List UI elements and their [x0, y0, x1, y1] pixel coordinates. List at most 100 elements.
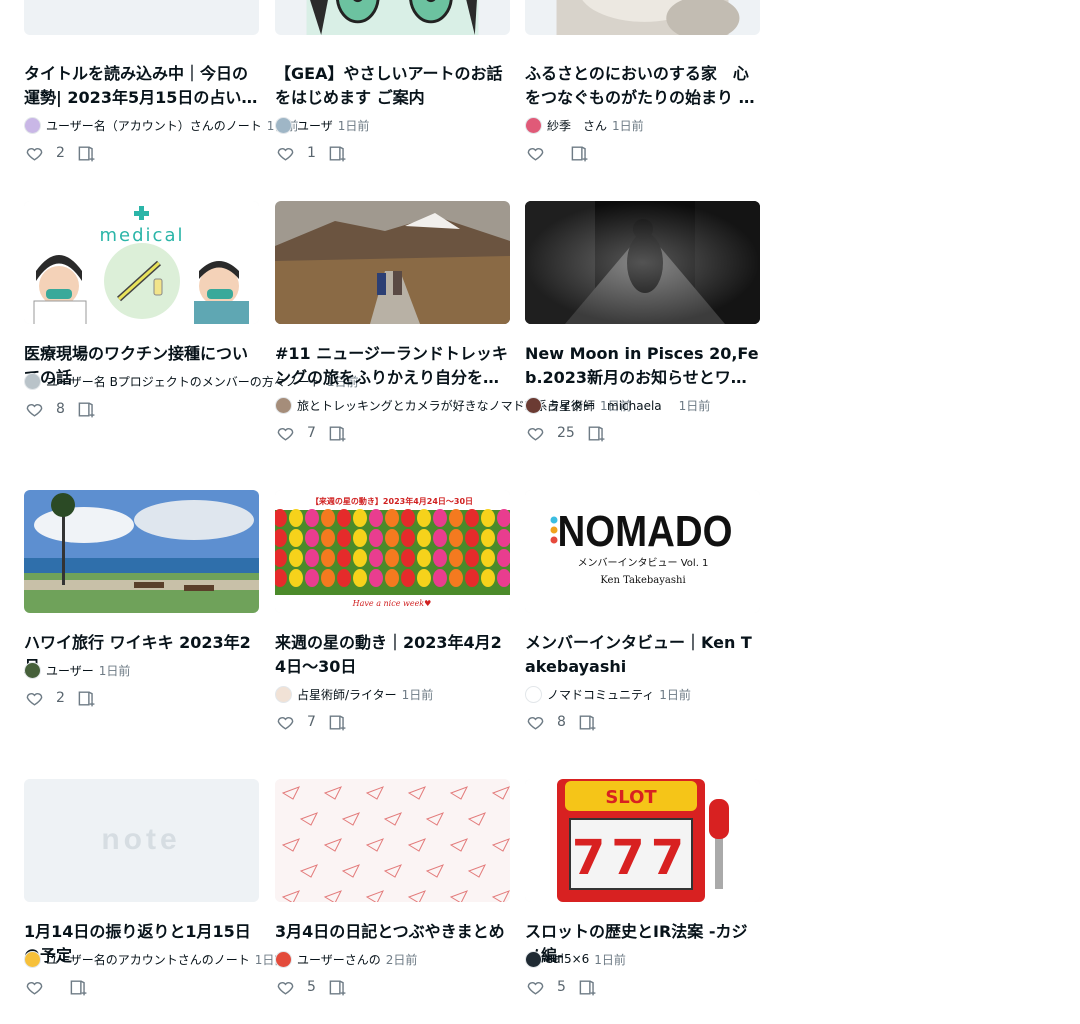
card-thumbnail[interactable] — [275, 201, 510, 324]
like-count: 2 — [56, 145, 65, 161]
author-avatar[interactable] — [525, 396, 542, 414]
note-card[interactable]: NOMADO メンバーインタビュー Vol. 1 Ken Takebayashi… — [525, 490, 760, 730]
author-name[interactable]: ユーザーさんの — [297, 951, 381, 968]
card-author[interactable]: 占星術師/ライター 1日前 — [275, 685, 433, 703]
card-actions — [525, 141, 589, 165]
add-to-magazine-icon[interactable] — [328, 143, 348, 163]
card-title[interactable]: 【GEA】やさしいアートのお話をはじめます ご案内 — [275, 62, 510, 110]
note-card[interactable]: 【来週の星の動き】2023年4月24日〜30日 Have a nice week… — [275, 490, 510, 730]
heart-outline-icon[interactable] — [24, 688, 44, 708]
card-actions — [24, 975, 88, 999]
note-card[interactable]: New Moon in Pisces 20,Feb.2023新月のお知らせとワー… — [525, 201, 760, 441]
card-actions: 2 — [24, 686, 97, 710]
nomado-name-text: Ken Takebayashi — [600, 575, 685, 586]
add-to-magazine-icon[interactable] — [578, 977, 598, 997]
author-avatar[interactable] — [275, 685, 292, 703]
author-name[interactable]: ユーザー名（アカウント）さんのノート — [46, 117, 262, 134]
heart-outline-icon[interactable] — [525, 712, 545, 732]
note-card[interactable]: note 1月14日の振り返りと1月15日の予定 ユーザー名のアカウントさんのノ… — [24, 779, 286, 1019]
card-title[interactable]: 来週の星の動き｜2023年4月24日〜30日 — [275, 631, 510, 679]
add-to-magazine-icon[interactable] — [68, 977, 88, 997]
note-card[interactable]: SLOT 777 スロットの歴史とIR法案 -カジノ編- sai5×6 1日前 … — [525, 779, 760, 1019]
author-name[interactable]: ユーザー名のアカウントさんのノート — [46, 951, 250, 968]
author-avatar[interactable] — [525, 950, 542, 968]
add-to-magazine-icon[interactable] — [587, 423, 607, 443]
card-title[interactable]: New Moon in Pisces 20,Feb.2023新月のお知らせとワー… — [525, 342, 760, 390]
heart-outline-icon[interactable] — [275, 712, 295, 732]
heart-outline-icon[interactable] — [275, 143, 295, 163]
card-title[interactable]: ふるさとのにおいのする家 心をつなぐものがたりの始まり 第一話 はじ — [525, 62, 760, 110]
author-avatar[interactable] — [275, 396, 292, 414]
card-title[interactable]: #11 ニュージーランドトレッキングの旅をふりかえり自分をみつめなおす — [275, 342, 510, 390]
heart-outline-icon[interactable] — [24, 977, 44, 997]
card-author[interactable]: ユーザー名（アカウント）さんのノート 1日前 — [24, 116, 298, 134]
add-to-magazine-icon[interactable] — [328, 712, 348, 732]
card-author[interactable]: ユーザ 1日前 — [275, 116, 369, 134]
card-author[interactable]: ユーザー 1日前 — [24, 661, 130, 679]
author-name[interactable]: sai5×6 — [547, 952, 589, 966]
add-to-magazine-icon[interactable] — [328, 423, 348, 443]
card-author[interactable]: ノマドコミュニティ 1日前 — [525, 685, 691, 703]
card-thumbnail[interactable] — [525, 0, 760, 35]
nomado-sub-text: メンバーインタビュー Vol. 1 — [578, 557, 709, 569]
note-card[interactable]: medical 医療現場のワクチン接種についての話 ユーザー名 Bプロジェクトの… — [24, 201, 358, 441]
author-name[interactable]: ユーザー — [46, 662, 94, 679]
note-card[interactable]: タイトルを読み込み中｜今日の運勢| 2023年5月15日の占いと今後12星座別の… — [24, 0, 298, 175]
author-avatar[interactable] — [525, 116, 542, 134]
author-avatar[interactable] — [24, 116, 41, 134]
card-title[interactable]: メンバーインタビュー｜Ken Takebayashi — [525, 631, 760, 679]
card-thumbnail[interactable]: note — [24, 779, 259, 902]
author-name[interactable]: ユーザ — [297, 117, 333, 134]
author-avatar[interactable] — [24, 372, 41, 390]
add-to-magazine-icon[interactable] — [77, 143, 97, 163]
card-author[interactable]: 紗季 さん 1日前 — [525, 116, 644, 134]
note-card[interactable]: #11 ニュージーランドトレッキングの旅をふりかえり自分をみつめなおす 旅とトレ… — [275, 201, 632, 443]
post-time: 1日前 — [401, 687, 434, 702]
author-avatar[interactable] — [275, 116, 292, 134]
post-time: 1日前 — [337, 118, 370, 133]
card-thumbnail[interactable] — [24, 0, 259, 35]
card-actions: 5 — [525, 975, 598, 999]
card-title[interactable]: タイトルを読み込み中｜今日の運勢| 2023年5月15日の占いと今後12星座別の… — [24, 62, 259, 110]
card-thumbnail[interactable]: NOMADO メンバーインタビュー Vol. 1 Ken Takebayashi — [525, 490, 760, 613]
add-to-magazine-icon[interactable] — [578, 712, 598, 732]
slot-digits-text: 777 — [572, 830, 690, 886]
note-card[interactable]: 【GEA】やさしいアートのお話をはじめます ご案内 ユーザ 1日前 1 — [275, 0, 510, 175]
card-author[interactable]: ユーザーさんの 2日前 — [275, 950, 417, 968]
add-to-magazine-icon[interactable] — [77, 688, 97, 708]
card-thumbnail[interactable]: medical — [24, 201, 259, 324]
card-thumbnail[interactable] — [275, 0, 510, 35]
add-to-magazine-icon[interactable] — [77, 399, 97, 419]
card-title[interactable]: 3月4日の日記とつぶやきまとめ — [275, 920, 510, 944]
note-card[interactable]: 3月4日の日記とつぶやきまとめ ユーザーさんの 2日前 5 — [275, 779, 510, 1019]
heart-outline-icon[interactable] — [525, 423, 545, 443]
author-name[interactable]: 占星術師 michaela — [547, 397, 674, 414]
heart-outline-icon[interactable] — [525, 143, 545, 163]
heart-outline-icon[interactable] — [275, 423, 295, 443]
like-count: 25 — [557, 425, 575, 441]
heart-outline-icon[interactable] — [24, 143, 44, 163]
heart-outline-icon[interactable] — [24, 399, 44, 419]
card-thumbnail[interactable]: SLOT 777 — [525, 779, 760, 902]
heart-outline-icon[interactable] — [275, 977, 295, 997]
author-avatar[interactable] — [275, 950, 292, 968]
card-author[interactable]: 占星術師 michaela 1日前 — [525, 396, 710, 414]
author-avatar[interactable] — [24, 950, 41, 968]
card-author[interactable]: sai5×6 1日前 — [525, 950, 626, 968]
author-avatar[interactable] — [525, 685, 542, 703]
author-name[interactable]: ノマドコミュニティ — [547, 686, 654, 703]
author-avatar[interactable] — [24, 661, 41, 679]
note-card[interactable]: ふるさとのにおいのする家 心をつなぐものがたりの始まり 第一話 はじ 紗季 さん… — [525, 0, 760, 175]
card-thumbnail[interactable]: 【来週の星の動き】2023年4月24日〜30日 Have a nice week… — [275, 490, 510, 613]
card-thumbnail[interactable] — [275, 779, 510, 902]
author-name[interactable]: 占星術師/ライター — [297, 686, 397, 703]
card-author[interactable]: ユーザー名のアカウントさんのノート 1日前 — [24, 950, 286, 968]
like-count: 8 — [557, 714, 566, 730]
heart-outline-icon[interactable] — [525, 977, 545, 997]
add-to-magazine-icon[interactable] — [569, 143, 589, 163]
card-thumbnail[interactable] — [525, 201, 760, 324]
card-thumbnail[interactable] — [24, 490, 259, 613]
author-name[interactable]: 紗季 さん — [547, 117, 607, 134]
add-to-magazine-icon[interactable] — [328, 977, 348, 997]
note-card[interactable]: ハワイ旅行 ワイキキ 2023年2月 ユーザー 1日前 2 — [24, 490, 259, 730]
